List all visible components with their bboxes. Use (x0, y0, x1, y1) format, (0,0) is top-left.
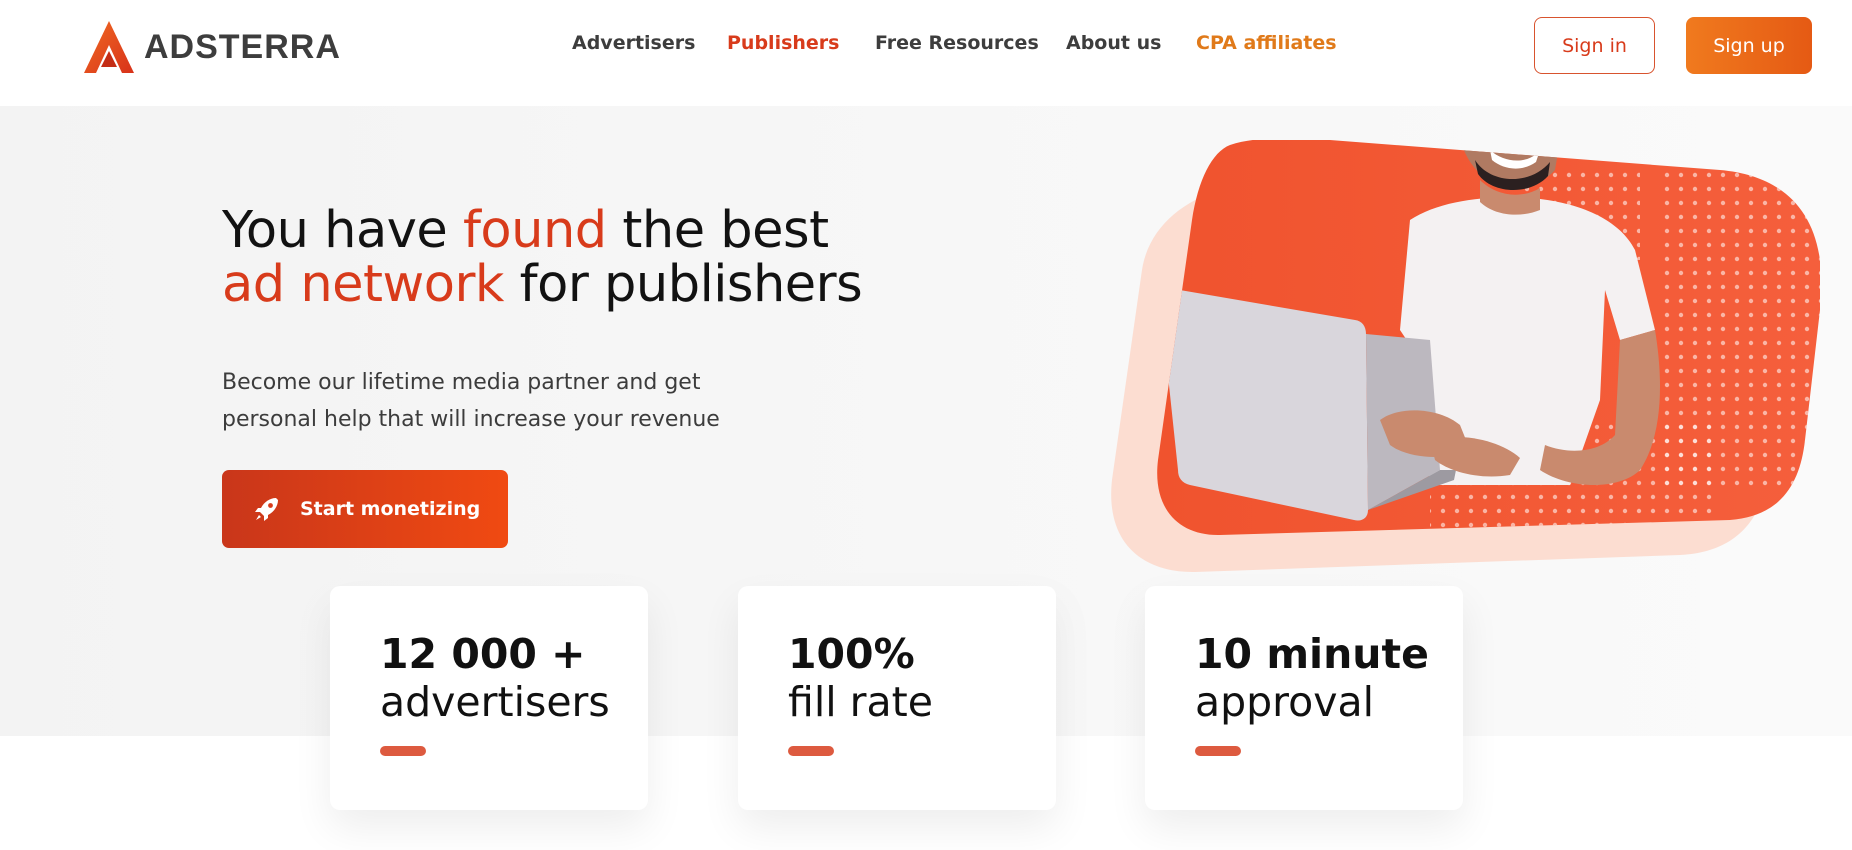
hero-headline: You have found the best ad network for p… (222, 204, 942, 312)
headline-accent: found (462, 201, 607, 260)
headline-part: You have (222, 201, 463, 260)
stat-accent-bar (1195, 746, 1241, 756)
stat-value: 100% (788, 630, 915, 678)
nav-cpa-affiliates[interactable]: CPA affiliates (1196, 32, 1337, 54)
nav-advertisers[interactable]: Advertisers (572, 32, 695, 54)
stat-card: 100% fill rate (738, 586, 1056, 810)
hero-subtext: Become our lifetime media partner and ge… (222, 364, 782, 438)
adsterra-logo[interactable]: ADSTERRA (84, 20, 341, 74)
nav-about-us[interactable]: About us (1066, 32, 1161, 54)
logo-wordmark: ADSTERRA (144, 27, 341, 66)
headline-part: for publishers (503, 255, 863, 314)
site-header: ADSTERRA Advertisers Publishers Free Res… (0, 0, 1852, 106)
subtext-line: personal help that will increase your re… (222, 407, 720, 432)
stat-label: approval (1195, 678, 1374, 726)
adsterra-logo-icon (84, 21, 134, 73)
stat-card: 12 000 + advertisers (330, 586, 648, 810)
sign-in-button[interactable]: Sign in (1534, 17, 1655, 74)
stat-value: 10 minute (1195, 630, 1429, 678)
hero-illustration (1111, 140, 1820, 573)
nav-publishers[interactable]: Publishers (727, 32, 839, 54)
subtext-line: Become our lifetime media partner and ge… (222, 370, 701, 395)
stat-card: 10 minute approval (1145, 586, 1463, 810)
stat-value: 12 000 + (380, 630, 586, 678)
stat-accent-bar (788, 746, 834, 756)
stat-label: fill rate (788, 678, 933, 726)
start-monetizing-label: Start monetizing (300, 498, 481, 520)
headline-accent: ad network (222, 255, 504, 314)
rocket-icon (255, 498, 278, 521)
stat-label: advertisers (380, 678, 610, 726)
nav-free-resources[interactable]: Free Resources (875, 32, 1039, 54)
sign-up-button[interactable]: Sign up (1686, 17, 1812, 74)
headline-part: the best (606, 201, 829, 260)
start-monetizing-button[interactable]: Start monetizing (222, 470, 508, 548)
stat-accent-bar (380, 746, 426, 756)
